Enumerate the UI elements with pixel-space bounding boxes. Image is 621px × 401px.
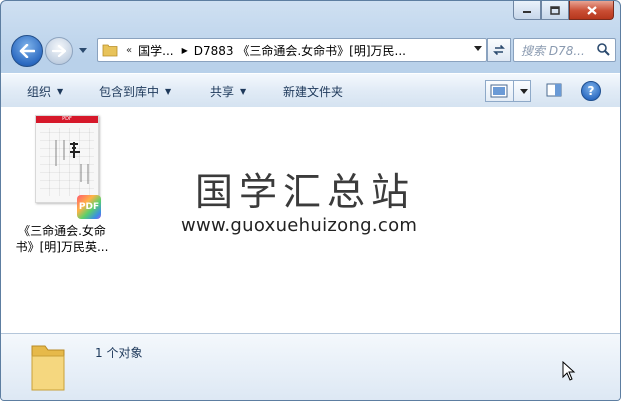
folder-icon xyxy=(31,345,65,391)
new-folder-button[interactable]: 新建文件夹 xyxy=(283,83,343,100)
search-input[interactable]: 搜索 D78... xyxy=(521,42,585,59)
back-button[interactable] xyxy=(11,35,43,67)
forward-button[interactable] xyxy=(45,37,73,65)
pdf-thumbnail: PDF xyxy=(35,115,99,203)
folder-icon xyxy=(102,44,118,57)
address-bar[interactable]: « 国学... ▶ D7883 《三命通会.女命书》[明]万民... xyxy=(97,38,487,62)
address-dropdown-icon[interactable] xyxy=(474,46,482,51)
help-icon[interactable]: ? xyxy=(581,81,601,101)
close-icon xyxy=(586,5,597,15)
file-name-line2: 书》[明]万民英... xyxy=(15,240,109,254)
chevron-down-icon: ▼ xyxy=(165,87,172,96)
watermark-url: www.guoxuehuizong.com xyxy=(181,215,418,236)
change-view-button[interactable] xyxy=(485,80,531,102)
chevron-down-icon: ▼ xyxy=(57,87,64,96)
breadcrumb-item[interactable]: 国学... xyxy=(138,42,173,59)
chevron-down-icon xyxy=(79,47,87,53)
explorer-window: « 国学... ▶ D7883 《三命通会.女命书》[明]万民... 搜索 D7… xyxy=(0,0,621,401)
file-list-area[interactable]: PDF PDF 《三命通会.女命 书》[明]万民英... 国学汇总站 www.g… xyxy=(1,107,620,333)
search-icon[interactable] xyxy=(596,42,610,56)
chevron-down-icon[interactable] xyxy=(520,88,528,94)
view-icon xyxy=(490,84,508,98)
breadcrumb-overflow[interactable]: « xyxy=(126,45,132,56)
include-in-library-button[interactable]: 包含到库中 ▼ xyxy=(99,83,171,100)
maximize-icon xyxy=(550,5,560,15)
back-arrow-icon xyxy=(19,44,35,58)
refresh-icon xyxy=(493,44,505,56)
recent-pages-dropdown[interactable] xyxy=(77,43,89,57)
command-bar: 组织 ▼ 包含到库中 ▼ 共享 ▼ 新建文件夹 ? xyxy=(1,73,620,108)
forward-arrow-icon xyxy=(52,45,66,57)
minimize-icon xyxy=(523,11,531,13)
thumbnail-text-columns xyxy=(55,140,89,184)
search-box[interactable]: 搜索 D78... xyxy=(513,38,616,62)
file-name-line1: 《三命通会.女命 xyxy=(18,224,106,238)
new-folder-label: 新建文件夹 xyxy=(283,85,344,99)
item-count: 1 个对象 xyxy=(95,346,143,360)
share-label: 共享 xyxy=(210,85,235,99)
pdf-file-icon: PDF xyxy=(77,195,101,219)
watermark-title: 国学汇总站 xyxy=(195,170,416,214)
close-button[interactable] xyxy=(569,1,614,20)
chevron-down-icon: ▼ xyxy=(240,87,247,96)
organize-button[interactable]: 组织 ▼ xyxy=(27,83,63,100)
details-pane: 1 个对象 xyxy=(1,333,620,400)
preview-pane-icon[interactable] xyxy=(546,83,562,97)
refresh-button[interactable] xyxy=(487,38,511,62)
navigation-bar: « 国学... ▶ D7883 《三命通会.女命书》[明]万民... 搜索 D7… xyxy=(9,35,616,67)
view-divider xyxy=(513,81,514,101)
include-in-library-label: 包含到库中 xyxy=(99,85,160,99)
breadcrumb-item[interactable]: D7883 《三命通会.女命书》[明]万民... xyxy=(194,42,406,59)
file-name[interactable]: 《三命通会.女命 书》[明]万民英... xyxy=(15,223,109,255)
mouse-cursor-icon xyxy=(562,361,576,381)
maximize-button[interactable] xyxy=(541,1,569,20)
minimize-button[interactable] xyxy=(513,1,541,20)
organize-label: 组织 xyxy=(27,85,52,99)
share-button[interactable]: 共享 ▼ xyxy=(210,83,246,100)
caption-buttons xyxy=(513,1,614,20)
breadcrumb-separator-icon[interactable]: ▶ xyxy=(182,46,188,55)
